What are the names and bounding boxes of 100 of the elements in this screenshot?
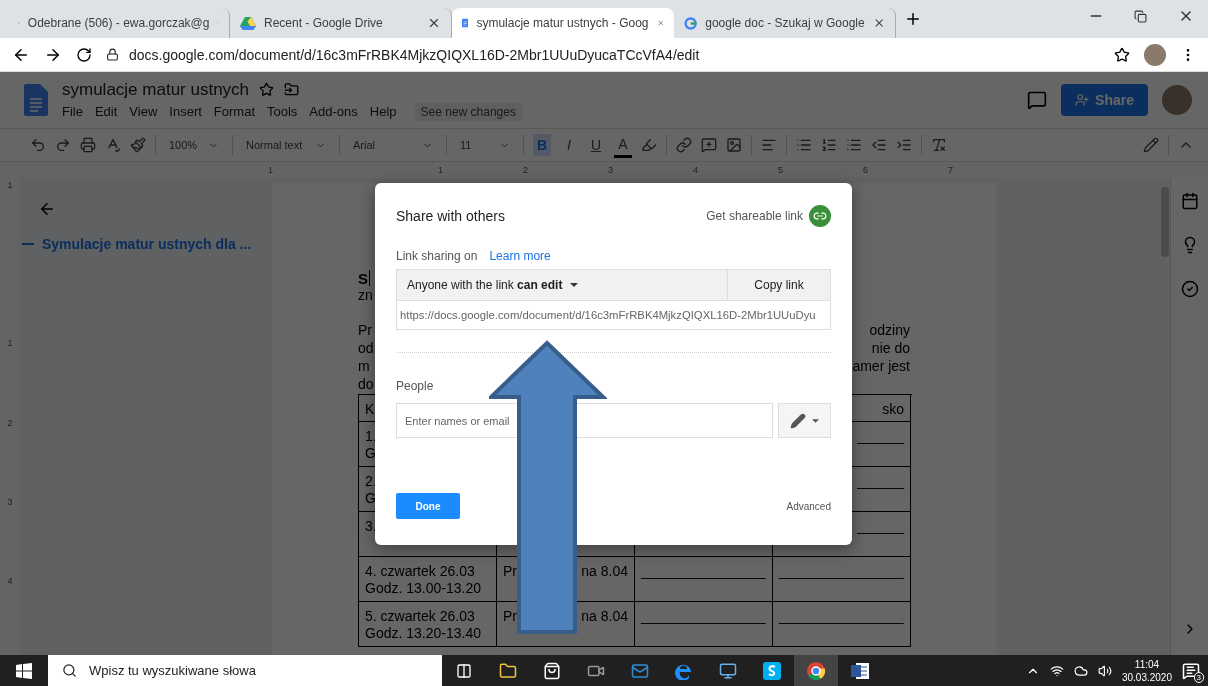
menu-item[interactable]: Add-ons bbox=[309, 104, 358, 119]
format-button[interactable]: U bbox=[587, 134, 605, 156]
notification-count: 3 bbox=[1193, 671, 1204, 683]
document-logo-icon[interactable] bbox=[24, 84, 48, 116]
url-text[interactable]: docs.google.com/document/d/16c3mFrRBK4MjkzQIQXL16D-2Mbr1UUuDyucaTCcVfA4/edit bbox=[129, 46, 700, 63]
ruler-number: 4 bbox=[693, 165, 699, 175]
spellcheck-icon[interactable] bbox=[105, 137, 121, 153]
document-title[interactable]: symulacje matur ustnych bbox=[62, 79, 250, 100]
mail-icon bbox=[631, 661, 649, 680]
format-button[interactable]: A bbox=[614, 132, 632, 158]
circle-logo-icon bbox=[684, 15, 698, 31]
caret-icon bbox=[812, 418, 819, 423]
table-cell: 5. czwartek 26.03 Godz. 13.20-13.40 bbox=[359, 602, 497, 647]
notification-icon[interactable] bbox=[1182, 661, 1200, 680]
clock-time[interactable]: 11:04 bbox=[1134, 657, 1160, 671]
link-icon[interactable] bbox=[676, 137, 692, 153]
pencil-icon[interactable] bbox=[1143, 137, 1159, 153]
speaker-icon bbox=[1097, 663, 1112, 678]
shareable-link-text[interactable]: Get shareable link bbox=[706, 209, 803, 223]
font-dropdown[interactable]: Arial bbox=[349, 139, 437, 151]
menu-item[interactable]: Help bbox=[369, 104, 397, 119]
skype-logo-icon bbox=[763, 661, 781, 680]
share-button[interactable]: Share bbox=[1061, 84, 1148, 116]
link-field[interactable]: https://docs.google.com/document/d/16c3mFrRBK4MjkzQIQXL16D-2Mbr1UUuDyu bbox=[396, 301, 831, 330]
undo-icon[interactable] bbox=[30, 137, 46, 153]
comments-icon[interactable] bbox=[1027, 90, 1048, 110]
reload-icon[interactable] bbox=[76, 46, 92, 63]
format-button[interactable]: I bbox=[560, 134, 578, 156]
star-icon[interactable] bbox=[1114, 46, 1130, 63]
people-label: People bbox=[396, 379, 435, 393]
style-dropdown[interactable]: Normal text bbox=[242, 139, 330, 151]
profile-avatar[interactable] bbox=[1162, 85, 1192, 115]
word-document-icon bbox=[851, 662, 869, 679]
menu-item[interactable]: Edit bbox=[94, 104, 118, 119]
link-icon[interactable] bbox=[809, 205, 831, 227]
see-changes-button[interactable]: See new changes bbox=[414, 102, 522, 121]
ruler-number: 5 bbox=[778, 165, 784, 175]
menu-item[interactable]: Format bbox=[213, 104, 255, 119]
permission-dropdown[interactable] bbox=[778, 403, 831, 438]
taskbar-search-box[interactable]: Wpisz tu wyszukiwane słowa bbox=[48, 655, 442, 686]
restore-icon[interactable] bbox=[1134, 9, 1147, 23]
access-dropdown[interactable]: Anyone with the link can edit bbox=[397, 270, 728, 300]
person-add-icon bbox=[1075, 93, 1090, 107]
wifi-icon bbox=[1049, 663, 1064, 678]
sharing-status: Link sharing on bbox=[396, 249, 478, 263]
indent-increase-icon[interactable] bbox=[896, 137, 912, 153]
table-cell: 4. czwartek 26.03 Godz. 13.00-13.20 bbox=[359, 557, 497, 602]
taskbar-app[interactable] bbox=[794, 655, 838, 686]
profile-avatar[interactable] bbox=[1144, 43, 1166, 66]
copy-link-button[interactable]: Copy link bbox=[728, 270, 830, 300]
clear-formatting-icon[interactable] bbox=[931, 137, 947, 153]
done-button[interactable]: Done bbox=[396, 493, 460, 519]
browser-tab[interactable]: symulacje matur ustnych - Goog bbox=[452, 8, 674, 38]
body-text: amer jest bbox=[852, 358, 910, 376]
ruler-number: 1 bbox=[438, 165, 444, 175]
print-icon[interactable] bbox=[80, 137, 96, 153]
ruler-number: 2 bbox=[523, 165, 529, 175]
laptop-icon bbox=[719, 661, 737, 680]
dialog-title: Share with others bbox=[396, 208, 505, 224]
align-icon[interactable] bbox=[761, 137, 777, 153]
outline-heading[interactable]: Symulacje matur ustnych dla ... bbox=[42, 236, 252, 252]
table-cell: ________________ bbox=[635, 602, 773, 647]
format-button[interactable]: B bbox=[533, 134, 551, 156]
highlighter-icon[interactable] bbox=[641, 137, 657, 153]
taskbar-search-field[interactable]: Wpisz tu wyszukiwane słowa bbox=[87, 662, 442, 679]
calendar-icon[interactable] bbox=[1180, 192, 1199, 210]
search-icon bbox=[62, 663, 77, 678]
menu-item[interactable]: Tools bbox=[267, 104, 298, 119]
menu-item[interactable]: Insert bbox=[169, 104, 202, 119]
zoom-dropdown[interactable]: 100% bbox=[165, 139, 223, 151]
star-icon[interactable] bbox=[259, 82, 275, 97]
body-text: do bbox=[358, 376, 374, 394]
pencil-icon bbox=[790, 412, 806, 429]
body-text: Pr bbox=[358, 322, 372, 340]
new-tab-icon[interactable] bbox=[904, 10, 922, 28]
clock-date[interactable]: 30.03.2020 bbox=[1121, 670, 1172, 684]
paint-format-icon[interactable] bbox=[130, 137, 146, 153]
advanced-link[interactable]: Advanced bbox=[786, 500, 831, 512]
body-text: nie do bbox=[871, 340, 910, 358]
numbered-list-icon[interactable] bbox=[821, 137, 837, 153]
body-text: odziny bbox=[869, 322, 910, 340]
indent-decrease-icon[interactable] bbox=[871, 137, 887, 153]
move-folder-icon[interactable] bbox=[284, 82, 300, 97]
line-spacing-icon[interactable] bbox=[796, 137, 812, 153]
image-icon[interactable] bbox=[726, 137, 742, 153]
menu-item[interactable]: File bbox=[62, 104, 83, 119]
text-cursor bbox=[369, 270, 370, 286]
redo-icon[interactable] bbox=[55, 137, 71, 153]
tasks-icon[interactable] bbox=[1180, 280, 1199, 298]
task-view-icon bbox=[456, 662, 472, 679]
add-comment-icon[interactable] bbox=[701, 137, 717, 153]
font-size-dropdown[interactable]: 11 bbox=[456, 139, 514, 151]
body-text: od bbox=[358, 340, 374, 358]
cloud-icon bbox=[1073, 663, 1088, 678]
windows-logo-icon[interactable] bbox=[16, 662, 32, 679]
table-cell: ________________ bbox=[773, 602, 911, 647]
menu-item[interactable]: View bbox=[129, 104, 158, 119]
bulleted-list-icon[interactable] bbox=[846, 137, 862, 153]
caret-icon bbox=[570, 283, 579, 287]
learn-more-link[interactable]: Learn more bbox=[489, 249, 551, 263]
